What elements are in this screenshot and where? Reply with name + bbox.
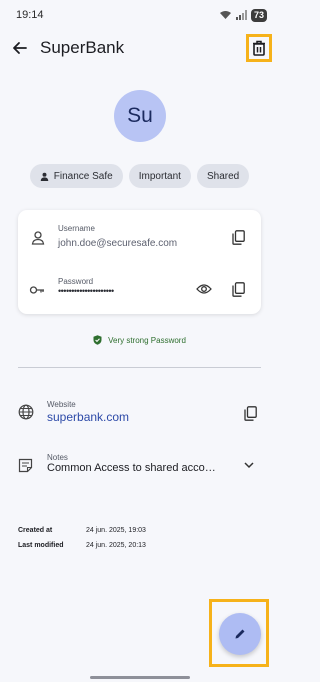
delete-button[interactable] [246, 34, 272, 62]
website-link[interactable]: superbank.com [47, 410, 129, 424]
password-strength: Very strong Password [0, 335, 279, 345]
signal-icon [235, 10, 247, 20]
status-bar: 19:14 73 [0, 0, 279, 30]
password-value[interactable]: ••••••••••••••••••••• [58, 286, 114, 296]
home-indicator [90, 676, 190, 679]
tag-label: Important [138, 170, 181, 182]
pencil-icon [235, 629, 245, 639]
chevron-down-icon [244, 462, 254, 469]
person-icon [40, 172, 49, 181]
page-title: SuperBank [40, 38, 125, 57]
avatar-initials: Su [127, 104, 153, 127]
tag-chip-important[interactable]: Important [128, 164, 191, 188]
edit-button[interactable] [219, 613, 261, 655]
status-time: 19:14 [16, 9, 44, 21]
copy-username-button[interactable] [229, 228, 247, 246]
tag-label: Finance Safe [53, 170, 113, 182]
battery-indicator: 73 [250, 8, 267, 22]
created-at-value: 24 jun. 2025, 19:03 [86, 527, 146, 534]
username-label: Username [58, 224, 95, 233]
globe-icon [18, 404, 34, 420]
username-value[interactable]: john.doe@securesafe.com [58, 238, 177, 249]
notes-label: Notes [47, 453, 68, 462]
created-at-label: Created at [18, 527, 53, 534]
person-outline-icon [31, 231, 45, 245]
tag-list: Finance Safe Important Shared [0, 164, 279, 188]
note-icon [18, 458, 33, 473]
copy-icon [231, 229, 245, 245]
website-label: Website [47, 400, 76, 409]
key-icon [29, 286, 44, 294]
trash-icon [253, 40, 265, 56]
toggle-password-visibility-button[interactable] [195, 280, 213, 298]
copy-icon [231, 281, 245, 297]
eye-icon [196, 284, 212, 294]
shield-check-icon [93, 335, 102, 345]
expand-notes-button[interactable] [240, 456, 258, 474]
tag-label: Shared [206, 170, 240, 182]
copy-website-button[interactable] [241, 404, 259, 422]
credentials-card: Username john.doe@securesafe.com Passwor… [18, 210, 261, 314]
app-bar: SuperBank [0, 30, 279, 66]
tag-chip-finance-safe[interactable]: Finance Safe [29, 164, 123, 188]
notes-value: Common Access to shared acco… [47, 462, 216, 474]
divider [18, 367, 261, 368]
password-label: Password [58, 277, 94, 286]
tag-chip-shared[interactable]: Shared [196, 164, 250, 188]
back-button[interactable] [10, 38, 30, 58]
copy-icon [243, 405, 257, 421]
last-modified-value: 24 jun. 2025, 20:13 [86, 542, 146, 549]
wifi-icon [219, 11, 231, 19]
status-icons: 73 [219, 8, 267, 22]
copy-password-button[interactable] [229, 280, 247, 298]
arrow-left-icon [13, 42, 27, 54]
password-strength-text: Very strong Password [108, 335, 186, 345]
last-modified-label: Last modified [18, 542, 64, 549]
avatar: Su [114, 90, 166, 142]
